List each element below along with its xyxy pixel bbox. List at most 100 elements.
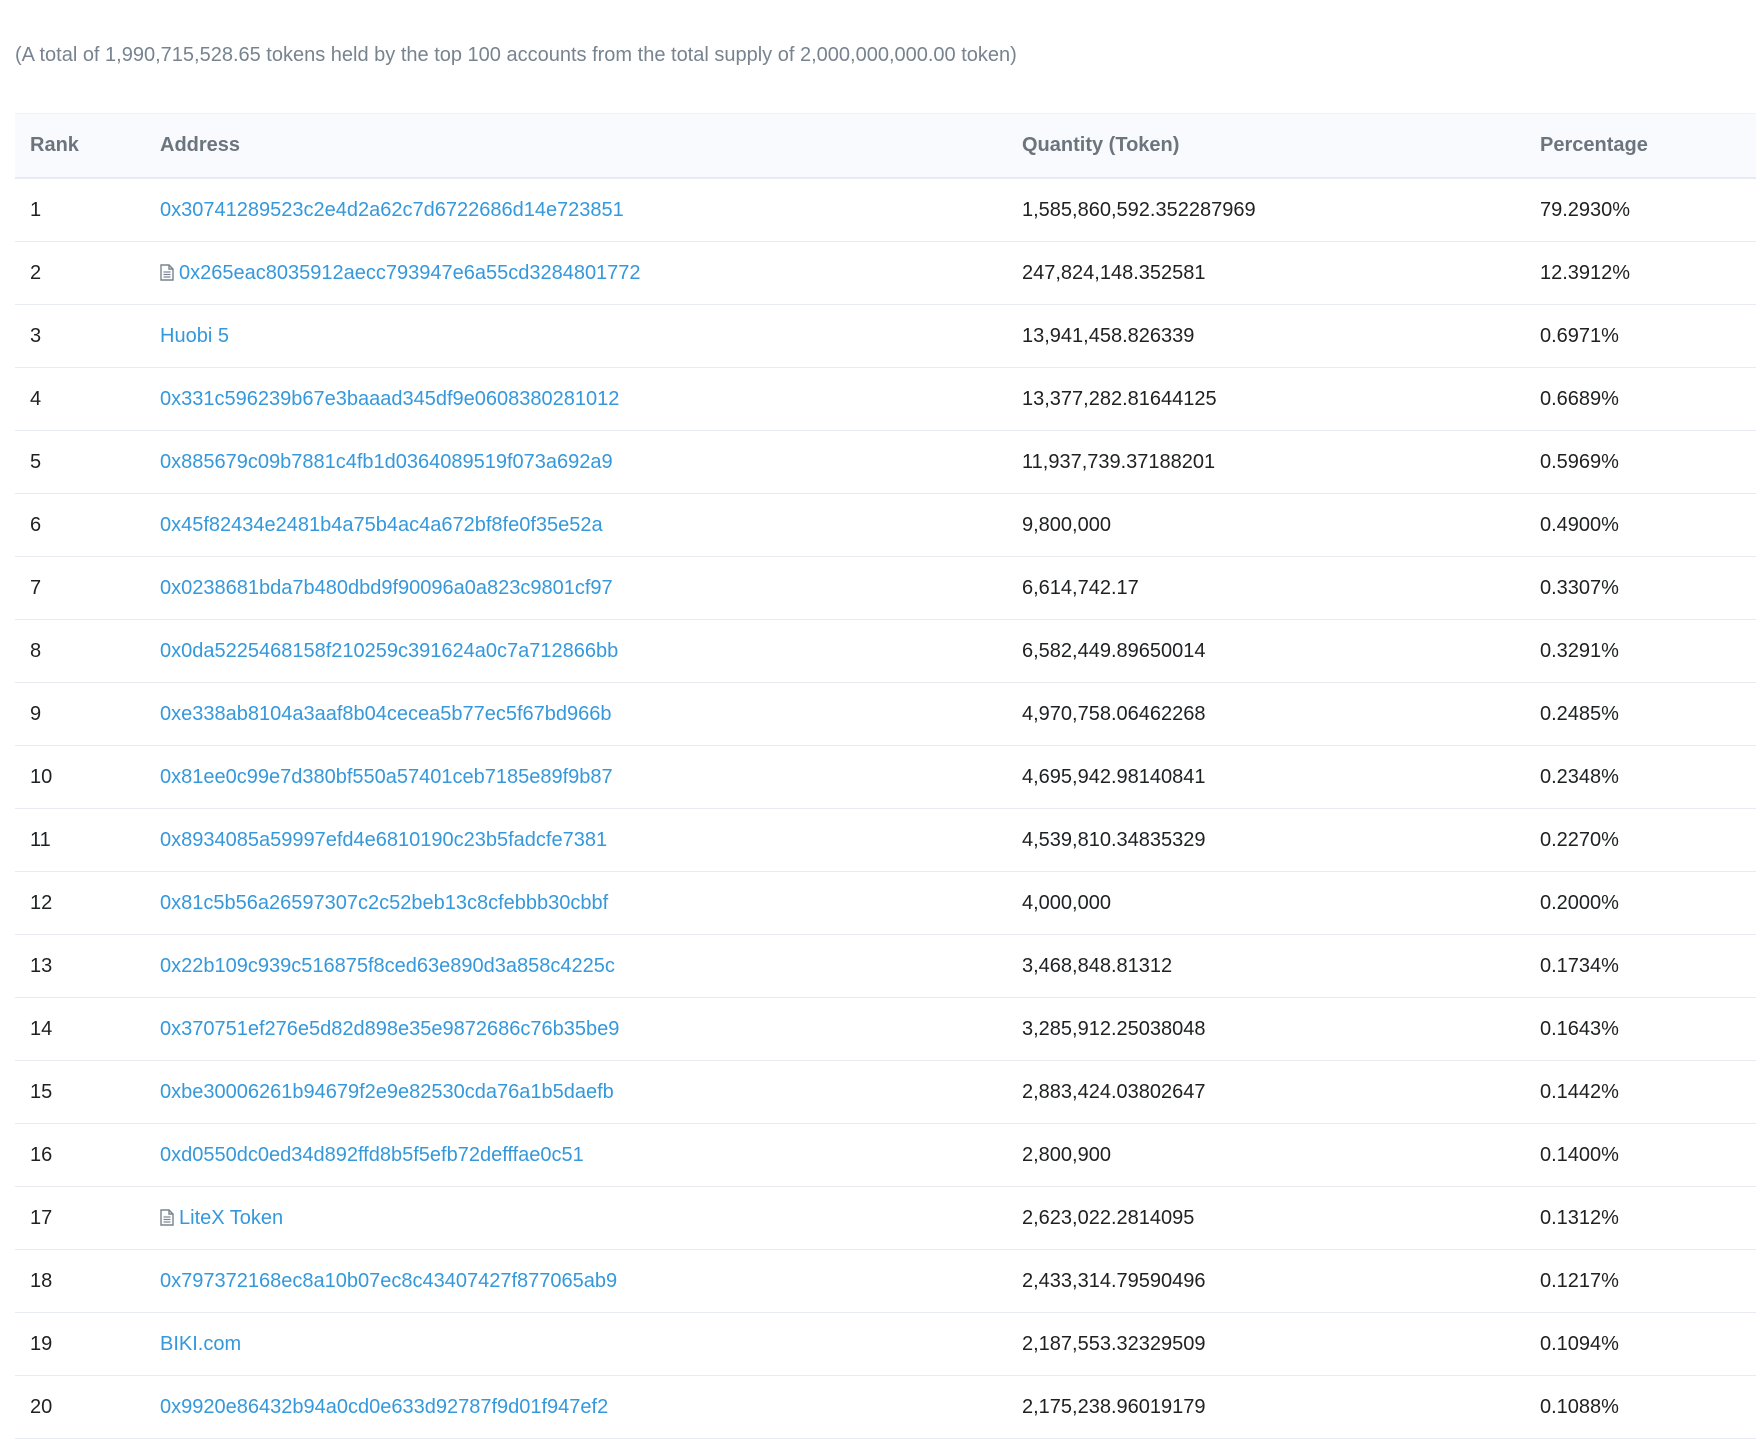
rank-cell: 16 xyxy=(15,1123,145,1187)
address-column-header: Address xyxy=(145,113,1007,179)
quantity-column-header: Quantity (Token) xyxy=(1007,113,1525,179)
holder-address-link[interactable]: 0x22b109c939c516875f8ced63e890d3a858c422… xyxy=(160,955,615,977)
quantity-cell: 2,883,424.03802647 xyxy=(1007,1060,1525,1124)
rank-cell: 7 xyxy=(15,556,145,620)
percentage-cell: 0.1643% xyxy=(1525,997,1756,1061)
address-cell: 0x9920e86432b94a0cd0e633d92787f9d01f947e… xyxy=(145,1375,1007,1439)
holder-address-link[interactable]: 0x797372168ec8a10b07ec8c43407427f877065a… xyxy=(160,1270,617,1292)
percentage-cell: 0.2000% xyxy=(1525,871,1756,935)
holder-address-link[interactable]: 0x265eac8035912aecc793947e6a55cd32848017… xyxy=(179,262,641,284)
quantity-cell: 6,614,742.17 xyxy=(1007,556,1525,620)
quantity-cell: 3,468,848.81312 xyxy=(1007,934,1525,998)
quantity-cell: 11,937,739.37188201 xyxy=(1007,430,1525,494)
holder-address-link[interactable]: 0xbe30006261b94679f2e9e82530cda76a1b5dae… xyxy=(160,1081,614,1103)
rank-cell: 17 xyxy=(15,1186,145,1250)
holder-address-link[interactable]: 0x370751ef276e5d82d898e35e9872686c76b35b… xyxy=(160,1018,619,1040)
address-cell: 0xbe30006261b94679f2e9e82530cda76a1b5dae… xyxy=(145,1060,1007,1124)
holder-address-link[interactable]: 0x9920e86432b94a0cd0e633d92787f9d01f947e… xyxy=(160,1396,608,1418)
holder-address-link[interactable]: BIKI.com xyxy=(160,1333,241,1355)
table-row: 9 0xe338ab8104a3aaf8b04cecea5b77ec5f67bd9… xyxy=(15,682,1756,746)
address-cell: 0x797372168ec8a10b07ec8c43407427f877065a… xyxy=(145,1249,1007,1313)
quantity-cell: 3,285,912.25038048 xyxy=(1007,997,1525,1061)
quantity-cell: 9,800,000 xyxy=(1007,493,1525,557)
table-row: 13 0x22b109c939c516875f8ced63e890d3a858c4… xyxy=(15,934,1756,998)
quantity-cell: 4,970,758.06462268 xyxy=(1007,682,1525,746)
table-row: 4 0x331c596239b67e3baaad345df9e0608380281… xyxy=(15,367,1756,431)
rank-cell: 6 xyxy=(15,493,145,557)
rank-cell: 2 xyxy=(15,241,145,305)
percentage-cell: 0.1094% xyxy=(1525,1312,1756,1376)
table-row: 16 0xd0550dc0ed34d892ffd8b5f5efb72defffae… xyxy=(15,1123,1756,1187)
table-row: 15 0xbe30006261b94679f2e9e82530cda76a1b5d… xyxy=(15,1060,1756,1124)
rank-cell: 4 xyxy=(15,367,145,431)
quantity-cell: 4,539,810.34835329 xyxy=(1007,808,1525,872)
rank-cell: 18 xyxy=(15,1249,145,1313)
quantity-cell: 2,187,553.32329509 xyxy=(1007,1312,1525,1376)
percentage-cell: 0.3307% xyxy=(1525,556,1756,620)
table-row: 19 BIKI.com 2,187,553.32329509 0.1094% xyxy=(15,1312,1756,1376)
rank-column-header: Rank xyxy=(15,113,145,179)
holder-address-link[interactable]: LiteX Token xyxy=(179,1207,283,1229)
table-row: 10 0x81ee0c99e7d380bf550a57401ceb7185e89f… xyxy=(15,745,1756,809)
percentage-cell: 0.2348% xyxy=(1525,745,1756,809)
quantity-cell: 4,695,942.98140841 xyxy=(1007,745,1525,809)
holder-address-link[interactable]: 0x885679c09b7881c4fb1d0364089519f073a692… xyxy=(160,451,613,473)
holder-address-link[interactable]: 0xd0550dc0ed34d892ffd8b5f5efb72defffae0c… xyxy=(160,1144,584,1166)
holder-address-link[interactable]: 0x81ee0c99e7d380bf550a57401ceb7185e89f9b… xyxy=(160,766,613,788)
quantity-cell: 2,623,022.2814095 xyxy=(1007,1186,1525,1250)
table-header-row: Rank Address Quantity (Token) Percentage xyxy=(15,113,1756,179)
rank-cell: 20 xyxy=(15,1375,145,1439)
table-row: 5 0x885679c09b7881c4fb1d0364089519f073a69… xyxy=(15,430,1756,494)
address-cell: 0x81c5b56a26597307c2c52beb13c8cfebbb30cb… xyxy=(145,871,1007,935)
percentage-cell: 0.5969% xyxy=(1525,430,1756,494)
percentage-cell: 0.6689% xyxy=(1525,367,1756,431)
holder-address-link[interactable]: 0x81c5b56a26597307c2c52beb13c8cfebbb30cb… xyxy=(160,892,608,914)
holder-address-link[interactable]: Huobi 5 xyxy=(160,325,229,347)
holder-address-link[interactable]: 0x30741289523c2e4d2a62c7d6722686d14e7238… xyxy=(160,199,624,221)
rank-cell: 13 xyxy=(15,934,145,998)
file-contract-icon xyxy=(160,263,174,281)
address-cell: LiteX Token xyxy=(145,1186,1007,1250)
quantity-cell: 6,582,449.89650014 xyxy=(1007,619,1525,683)
rank-cell: 14 xyxy=(15,997,145,1061)
holder-address-link[interactable]: 0x45f82434e2481b4a75b4ac4a672bf8fe0f35e5… xyxy=(160,514,603,536)
address-cell: 0xd0550dc0ed34d892ffd8b5f5efb72defffae0c… xyxy=(145,1123,1007,1187)
percentage-cell: 0.3291% xyxy=(1525,619,1756,683)
holder-address-link[interactable]: 0x8934085a59997efd4e6810190c23b5fadcfe73… xyxy=(160,829,607,851)
quantity-cell: 2,175,238.96019179 xyxy=(1007,1375,1525,1439)
holder-address-link[interactable]: 0xe338ab8104a3aaf8b04cecea5b77ec5f67bd96… xyxy=(160,703,612,725)
percentage-cell: 0.1217% xyxy=(1525,1249,1756,1313)
address-cell: 0xe338ab8104a3aaf8b04cecea5b77ec5f67bd96… xyxy=(145,682,1007,746)
percentage-column-header: Percentage xyxy=(1525,113,1756,179)
token-holders-table: Rank Address Quantity (Token) Percentage… xyxy=(15,113,1756,1439)
holder-address-link[interactable]: 0x0238681bda7b480dbd9f90096a0a823c9801cf… xyxy=(160,577,613,599)
table-row: 3 Huobi 5 13,941,458.826339 0.6971% xyxy=(15,304,1756,368)
percentage-cell: 0.2485% xyxy=(1525,682,1756,746)
rank-cell: 1 xyxy=(15,178,145,242)
percentage-cell: 0.1400% xyxy=(1525,1123,1756,1187)
rank-cell: 8 xyxy=(15,619,145,683)
percentage-cell: 0.1312% xyxy=(1525,1186,1756,1250)
table-row: 17 LiteX Token 2,623,022.2814095 0.1312% xyxy=(15,1186,1756,1250)
rank-cell: 3 xyxy=(15,304,145,368)
percentage-cell: 79.2930% xyxy=(1525,178,1756,242)
address-cell: 0x885679c09b7881c4fb1d0364089519f073a692… xyxy=(145,430,1007,494)
address-cell: 0x331c596239b67e3baaad345df9e06083802810… xyxy=(145,367,1007,431)
table-row: 1 0x30741289523c2e4d2a62c7d6722686d14e723… xyxy=(15,178,1756,242)
table-row: 6 0x45f82434e2481b4a75b4ac4a672bf8fe0f35e… xyxy=(15,493,1756,557)
rank-cell: 11 xyxy=(15,808,145,872)
table-row: 14 0x370751ef276e5d82d898e35e9872686c76b3… xyxy=(15,997,1756,1061)
holder-address-link[interactable]: 0x331c596239b67e3baaad345df9e06083802810… xyxy=(160,388,619,410)
address-cell: BIKI.com xyxy=(145,1312,1007,1376)
percentage-cell: 0.4900% xyxy=(1525,493,1756,557)
percentage-cell: 0.1088% xyxy=(1525,1375,1756,1439)
quantity-cell: 13,377,282.81644125 xyxy=(1007,367,1525,431)
quantity-cell: 247,824,148.352581 xyxy=(1007,241,1525,305)
rank-cell: 10 xyxy=(15,745,145,809)
address-cell: 0x0238681bda7b480dbd9f90096a0a823c9801cf… xyxy=(145,556,1007,620)
address-cell: 0x265eac8035912aecc793947e6a55cd32848017… xyxy=(145,241,1007,305)
quantity-cell: 1,585,860,592.352287969 xyxy=(1007,178,1525,242)
holder-address-link[interactable]: 0x0da5225468158f210259c391624a0c7a712866… xyxy=(160,640,618,662)
quantity-cell: 2,800,900 xyxy=(1007,1123,1525,1187)
percentage-cell: 12.3912% xyxy=(1525,241,1756,305)
